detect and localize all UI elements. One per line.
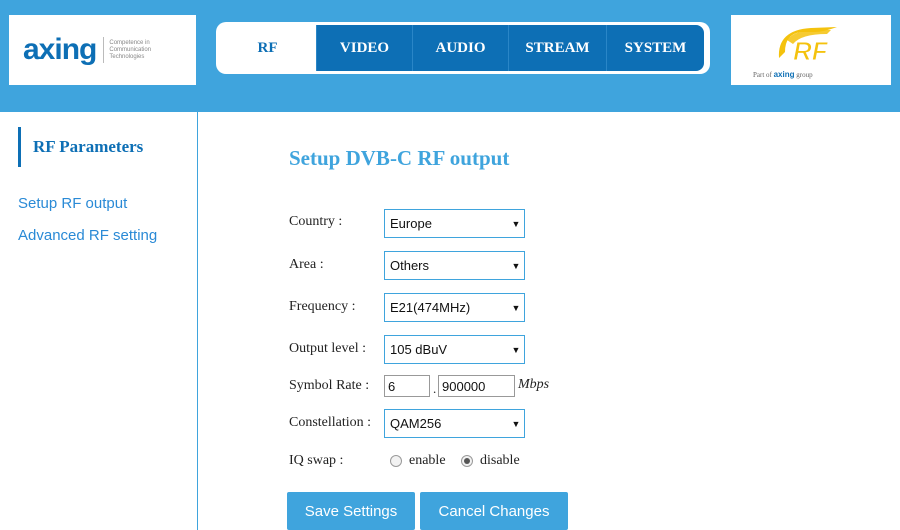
iq-swap-enable-label: enable	[409, 453, 446, 468]
symbol-rate-fraction-input[interactable]: 900000	[438, 375, 515, 397]
axing-logo-wordmark: axing	[23, 33, 97, 66]
tab-video[interactable]: VIDEO	[316, 25, 412, 71]
page-title: Setup DVB-C RF output	[289, 146, 510, 170]
sidebar-item-setup-rf-output[interactable]: Setup RF output	[18, 195, 127, 212]
chevron-down-icon: ▼	[511, 418, 521, 429]
constellation-select[interactable]: QAM256 ▼	[384, 409, 525, 438]
rf-logo-letters: RF	[793, 36, 829, 66]
country-select-value: Europe	[390, 216, 432, 231]
main-nav: RF VIDEO AUDIO STREAM SYSTEM	[216, 22, 710, 74]
frequency-select[interactable]: E21(474MHz) ▼	[384, 293, 525, 322]
constellation-label: Constellation :	[289, 415, 372, 430]
iq-swap-enable-radio[interactable]	[390, 455, 402, 467]
output-level-select-value: 105 dBuV	[390, 342, 448, 357]
tab-stream[interactable]: STREAM	[508, 25, 606, 71]
symbol-rate-label: Symbol Rate :	[289, 378, 370, 393]
rf-logo-mark: RF	[778, 27, 837, 66]
tab-audio[interactable]: AUDIO	[412, 25, 508, 71]
chevron-down-icon: ▼	[511, 344, 521, 355]
sidebar-item-advanced-rf-setting[interactable]: Advanced RF setting	[18, 227, 157, 244]
chevron-down-icon: ▼	[511, 218, 521, 229]
chevron-down-icon: ▼	[511, 260, 521, 271]
symbol-rate-unit: Mbps	[518, 377, 550, 392]
tagline-line-1: Competence in	[109, 39, 150, 46]
symbol-rate-separator: .	[433, 381, 437, 396]
area-label: Area :	[289, 257, 324, 272]
country-label: Country :	[289, 214, 343, 229]
rf-logo: RF Part of axing group	[731, 15, 891, 85]
chevron-down-icon: ▼	[511, 302, 521, 313]
area-select-value: Others	[390, 258, 430, 273]
logo-divider	[103, 37, 105, 63]
output-level-label: Output level :	[289, 341, 366, 356]
frequency-select-value: E21(474MHz)	[390, 300, 471, 315]
area-select[interactable]: Others ▼	[384, 251, 525, 280]
sidebar-title: RF Parameters	[18, 127, 143, 167]
header-bar: axing Competence in Communication Techno…	[0, 0, 900, 112]
tab-rf[interactable]: RF	[219, 25, 316, 71]
constellation-select-value: QAM256	[390, 416, 442, 431]
output-level-select[interactable]: 105 dBuV ▼	[384, 335, 525, 364]
tagline-line-3: Technologies	[109, 53, 145, 60]
axing-logo: axing Competence in Communication Techno…	[9, 15, 196, 85]
tagline-line-2: Communication	[109, 46, 152, 53]
axing-tagline: Competence in Communication Technologies	[109, 40, 151, 61]
tab-system[interactable]: SYSTEM	[606, 25, 704, 71]
rf-part-of-text: Part of axing group	[753, 70, 813, 79]
part-of-prefix: Part of	[753, 71, 772, 79]
part-of-brand: axing	[773, 70, 795, 79]
country-select[interactable]: Europe ▼	[384, 209, 525, 238]
save-settings-button[interactable]: Save Settings	[287, 492, 415, 530]
cancel-changes-button[interactable]: Cancel Changes	[420, 492, 568, 530]
part-of-suffix: group	[796, 71, 813, 79]
symbol-rate-integer-input[interactable]: 6	[384, 375, 430, 397]
iq-swap-label: IQ swap :	[289, 453, 344, 468]
frequency-label: Frequency :	[289, 299, 356, 314]
iq-swap-disable-radio[interactable]	[461, 455, 473, 467]
sidebar: RF Parameters Setup RF output Advanced R…	[0, 112, 198, 530]
iq-swap-disable-label: disable	[480, 453, 520, 468]
